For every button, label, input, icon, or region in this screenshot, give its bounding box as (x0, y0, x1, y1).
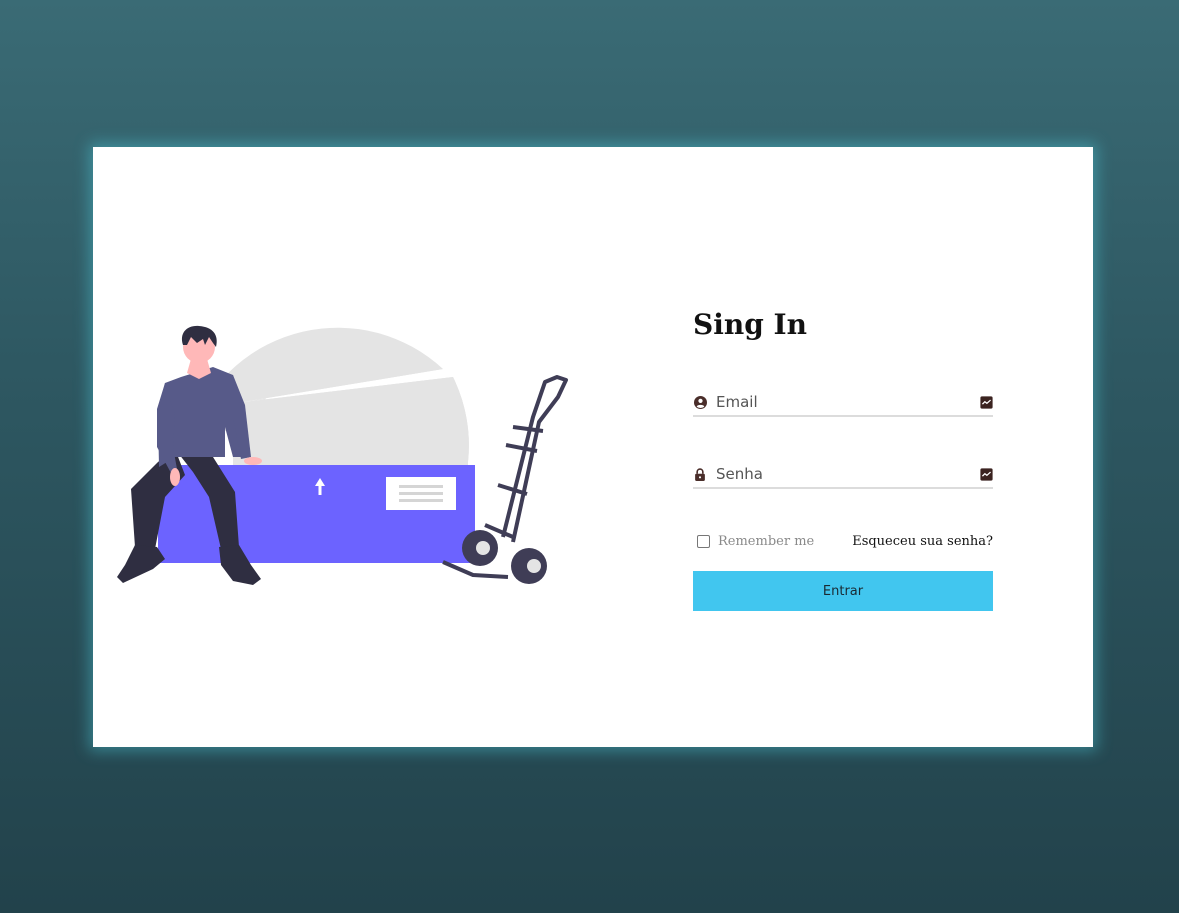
password-input[interactable] (716, 463, 979, 485)
login-options: Remember me Esqueceu sua senha? (693, 531, 993, 551)
remember-checkbox[interactable] (697, 534, 710, 548)
forgot-password-link[interactable]: Esqueceu sua senha? (852, 534, 993, 549)
submit-button[interactable]: Entrar (693, 571, 993, 611)
password-field (693, 461, 993, 489)
delivery-illustration (117, 325, 568, 585)
page-title: Sing In (693, 308, 807, 341)
login-card: Sing In Email Remember me Esqueceu sua s… (93, 147, 1093, 747)
autofill-icon[interactable] (979, 467, 993, 481)
autofill-icon[interactable] (979, 395, 993, 409)
user-circle-icon (693, 395, 707, 409)
remember-label: Remember me (718, 533, 815, 549)
email-input[interactable] (716, 391, 979, 413)
lock-icon (693, 467, 707, 481)
remember-me[interactable]: Remember me (693, 534, 814, 549)
login-form: Sing In Email Remember me Esqueceu sua s… (693, 307, 993, 611)
email-field (693, 389, 993, 417)
